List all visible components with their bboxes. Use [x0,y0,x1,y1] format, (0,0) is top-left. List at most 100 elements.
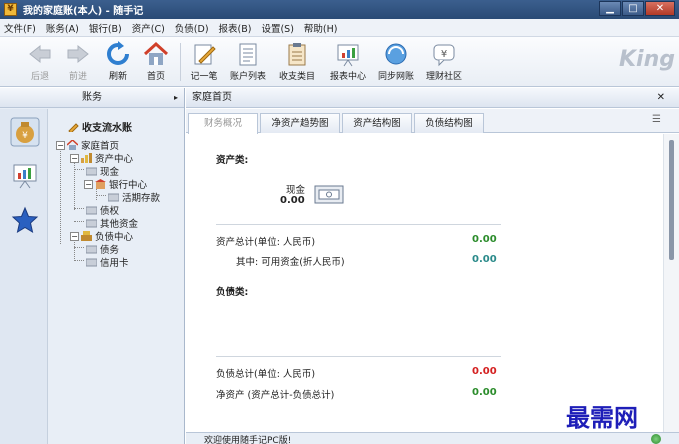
tree-item-asset-center[interactable]: − 资产中心 [70,151,133,165]
tree-item-liability-center[interactable]: − 负债中心 [70,229,133,243]
tree-item-family-home[interactable]: − 家庭首页 [56,138,119,152]
menu-bank[interactable]: 银行(B) [89,21,122,35]
menu-file[interactable]: 文件(F) [4,21,36,35]
house-icon [67,140,78,150]
tree-item-demand-deposit[interactable]: 活期存款 [108,190,160,204]
liabilities-section-title: 负债类: [216,287,249,298]
categories-button[interactable]: 收支类目 [275,41,319,82]
account-folder-icon [86,258,97,267]
tab-bar: 财务概况 净资产趋势图 资产结构图 负债结构图 ☰ [186,109,679,134]
pane-collapse-icon[interactable]: ▸ [174,88,178,107]
collapse-toggle[interactable]: − [70,153,79,163]
liability-icon [81,231,92,241]
status-text: 欢迎使用随手记PC版! [204,436,292,444]
account-folder-icon [86,245,97,254]
tab-list-dropdown-icon[interactable]: ☰ [652,114,661,125]
maximize-button[interactable]: □ [622,1,644,16]
watermark: 最需网 [566,403,638,432]
pencil-note-icon [194,44,216,65]
toolbar-separator [180,43,181,81]
close-tab-icon[interactable]: ✕ [657,88,665,107]
accounts-button[interactable]: 账户列表 [226,41,270,82]
app-icon: ¥ [4,3,17,16]
favorites-star-icon[interactable] [10,205,40,235]
tab-asset-structure[interactable]: 资产结构图 [342,113,412,133]
menu-reports[interactable]: 报表(B) [219,21,252,35]
clipboard-icon [288,43,306,66]
asset-chart-icon [81,153,92,163]
sync-button[interactable]: 同步网账 [374,41,418,82]
window-controls: ▁ □ ✕ [598,1,675,16]
cash-value: 0.00 [280,195,305,206]
collapse-toggle[interactable]: − [84,179,93,189]
minimize-button[interactable]: ▁ [599,1,621,16]
menu-liabilities[interactable]: 负债(D) [175,21,209,35]
tab-financial-overview[interactable]: 财务概况 [188,113,258,134]
report-board-icon[interactable] [10,161,40,191]
brand-logo: King [619,47,675,72]
tree-item-debts[interactable]: 债务 [86,242,119,256]
chart-board-icon [337,44,359,67]
toolbar: 后退 前进 刷新 首页 记一笔 账户列表 收支类目 报表中心 同步网账 ¥ 理财… [0,37,679,87]
tree-item-credit-card[interactable]: 信用卡 [86,255,129,269]
menu-help[interactable]: 帮助(H) [304,21,338,35]
account-folder-icon [86,206,97,215]
menu-assets[interactable]: 资产(C) [132,21,165,35]
asset-total-label: 资产总计(单位: 人民币) [216,237,316,248]
left-icon-bar: ¥ [0,109,48,444]
title-bar: ¥ 我的家庭账(本人) - 随手记 ▁ □ ✕ [0,0,679,19]
tree-item-other-funds[interactable]: 其他资金 [86,216,138,230]
forward-arrow-icon [67,44,89,64]
money-bag-icon[interactable]: ¥ [10,117,40,147]
pencil-icon [68,122,79,132]
net-assets-label: 净资产 (资产总计-负债总计) [216,390,335,401]
tree-item-bank-center[interactable]: − 银行中心 [84,177,147,191]
liability-total-label: 负债总计(单位: 人民币) [216,369,316,380]
account-folder-icon [86,167,97,176]
cash-label: 现金 [286,185,306,196]
net-assets-value: 0.00 [472,387,497,398]
globe-sync-icon [385,43,407,65]
menu-account[interactable]: 账务(A) [46,21,79,35]
bank-icon [95,179,106,189]
forward-button[interactable]: 前进 [56,41,100,82]
left-pane: 账务 ▸ ¥ 收支流水账 − 家庭首页 − 资产中心 现金 − 银行中心 活期存… [0,88,185,444]
status-bar: 欢迎使用随手记PC版! [186,432,679,444]
quick-entry-link[interactable]: 收支流水账 [68,119,132,134]
cash-wallet-icon[interactable] [314,184,344,204]
back-arrow-icon [29,44,51,64]
record-button[interactable]: 记一笔 [182,41,226,82]
main-pane-header: 家庭首页 ✕ [186,88,679,108]
left-pane-header: 账务 ▸ [0,88,184,108]
window-title: 我的家庭账(本人) - 随手记 [23,6,144,17]
available-funds-label: 其中: 可用资金(折人民币) [236,257,345,268]
available-funds-value: 0.00 [472,254,497,265]
collapse-toggle[interactable]: − [70,231,79,241]
tab-liability-structure[interactable]: 负债结构图 [414,113,484,133]
refresh-icon [107,41,129,65]
tab-net-asset-trend[interactable]: 净资产趋势图 [260,113,340,133]
account-folder-icon [86,219,97,228]
svg-text:¥: ¥ [22,131,28,141]
reports-button[interactable]: 报表中心 [326,41,370,82]
close-button[interactable]: ✕ [645,1,675,16]
account-folder-icon [108,193,119,202]
list-icon [239,43,257,66]
asset-total-value: 0.00 [472,234,497,245]
liability-total-value: 0.00 [472,366,497,377]
home-icon [143,41,169,65]
assets-section-title: 资产类: [216,155,249,166]
svg-text:¥: ¥ [441,49,447,60]
tree-item-cash[interactable]: 现金 [86,164,119,178]
community-button[interactable]: ¥ 理财社区 [422,41,466,82]
scrollbar-thumb[interactable] [669,140,674,260]
community-bubble-icon: ¥ [433,44,455,67]
tree-item-claims[interactable]: 债权 [86,203,119,217]
status-globe-icon [651,434,661,444]
main-pane: 家庭首页 ✕ 财务概况 净资产趋势图 资产结构图 负债结构图 ☰ 资产类: 现金… [186,88,679,444]
home-button[interactable]: 首页 [134,41,178,82]
menu-bar: 文件(F) 账务(A) 银行(B) 资产(C) 负债(D) 报表(B) 设置(S… [0,19,679,37]
collapse-toggle[interactable]: − [56,140,65,150]
vertical-scrollbar[interactable] [663,134,679,444]
menu-settings[interactable]: 设置(S) [261,21,293,35]
